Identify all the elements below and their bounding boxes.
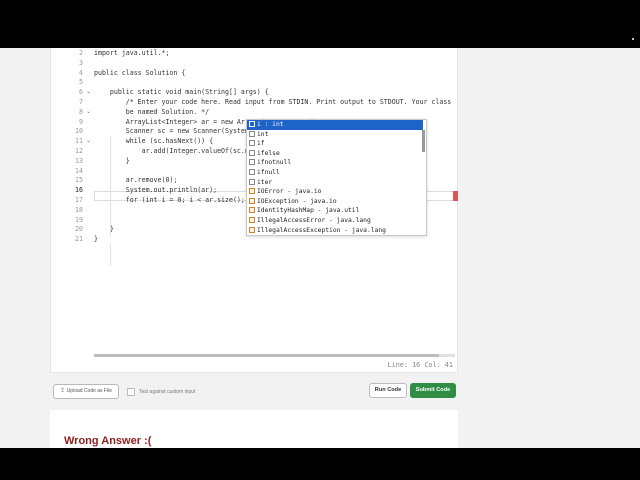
top-black-bar [0,0,640,48]
line-number: 8 [79,107,83,116]
variable-icon [249,121,255,127]
code-line[interactable]: import java.util.*; [94,48,169,58]
code-line[interactable]: ar.remove(0); [94,175,178,185]
template-icon [249,169,255,175]
class-icon [249,217,255,223]
page-area: 2 3 4 5 6 ⌄ 7 8 ⌄ 9 10 11 ⌄ 12 13 14 15 16 17 18 19 20 21 impo… [0,48,640,448]
code-line[interactable]: be named Solution. */ [94,107,209,117]
indent-guide [110,136,111,236]
class-icon [249,188,255,195]
line-number: 17 [75,196,83,204]
line-number: 19 [75,215,83,224]
autocomplete-item[interactable]: iter [247,178,423,188]
fold-chevron-icon[interactable]: ⌄ [86,136,92,146]
horizontal-scrollbar-track [439,354,455,357]
line-number: 20 [75,225,83,234]
code-line[interactable]: /* Enter your code here. Read input from… [94,97,456,107]
code-line[interactable]: System.out.println(ar); [94,185,217,195]
bottom-black-bar [0,448,640,480]
line-number: 16 [75,186,83,195]
template-icon [249,178,255,185]
indent-guide [110,244,111,266]
code-line[interactable]: } [94,234,98,244]
class-icon [249,197,255,204]
autocomplete-item-label: ifnotnull [257,159,292,167]
result-panel: Wrong Answer :( [50,410,458,448]
autocomplete-item[interactable]: IOException - java.io [247,197,423,207]
line-number: 15 [75,176,83,185]
code-line[interactable]: Scanner sc = new Scanner(System.in); [94,126,269,136]
line-number: 6 [79,88,83,97]
autocomplete-item[interactable]: if [247,139,423,149]
autocomplete-item-label: IdentityHashMap - java.util [257,207,360,215]
autocomplete-item[interactable]: ifelse [247,149,423,159]
line-number: 5 [79,78,83,87]
code-line[interactable]: public class Solution { [94,68,185,78]
custom-input-label: Test against custom input [139,389,196,395]
line-number: 14 [75,166,83,175]
autocomplete-item-label: IllegalAccessException - java.lang [257,226,386,234]
class-icon [249,207,255,214]
line-number: 12 [75,147,83,155]
line-number: 11 [75,137,83,146]
upload-code-button[interactable]: ⇪ Upload Code as File [53,384,119,399]
line-number: 9 [79,117,83,126]
line-number: 10 [75,127,83,136]
autocomplete-item-label: IllegalAccessError - java.lang [257,217,371,224]
code-line[interactable]: } [94,156,130,166]
fold-chevron-icon[interactable]: ⌄ [86,107,92,117]
fold-chevron-icon[interactable]: ⌄ [86,87,92,97]
autocomplete-item[interactable]: IOError - java.io [247,187,423,197]
code-line[interactable]: while (sc.hasNext()) { [94,136,213,146]
autocomplete-item-label: if [257,140,265,148]
template-icon [249,140,255,147]
autocomplete-item[interactable]: i : int [247,120,423,130]
autocomplete-popup[interactable]: i : int int if ifelse ifnotnull ifnull iter IOE… [246,119,427,236]
line-number: 2 [79,49,83,57]
code-line[interactable]: for (int i = 0; i < ar.size(); i [94,195,253,205]
camera-dot-icon [632,38,634,40]
line-number: 18 [75,205,83,214]
autocomplete-item-label: ifelse [257,149,280,157]
upload-icon: ⇪ [59,388,67,394]
template-icon [249,149,255,156]
class-icon [249,226,255,233]
autocomplete-item-label: iter [257,178,273,186]
editor-controls: ⇪ Upload Code as File Test against custo… [50,378,458,402]
autocomplete-item[interactable]: ifnotnull [247,158,423,168]
line-number: 7 [79,98,83,106]
autocomplete-item-label: int [257,130,269,138]
line-number-gutter: 2 3 4 5 6 ⌄ 7 8 ⌄ 9 10 11 ⌄ 12 13 14 15 16 17 18 19 20 21 [51,48,91,248]
autocomplete-item[interactable]: IdentityHashMap - java.util [247,206,423,216]
horizontal-scrollbar[interactable] [94,354,439,357]
run-code-button[interactable]: Run Code [369,383,407,398]
line-number: 13 [75,156,83,165]
autocomplete-item[interactable]: int [247,130,423,140]
autocomplete-item-label: ifnull [257,169,280,176]
upload-code-label: Upload Code as File [66,388,112,394]
autocomplete-item-label: i : int [257,121,284,128]
line-number: 3 [79,58,83,67]
template-icon [249,159,255,166]
autocomplete-item[interactable]: ifnull [247,168,423,178]
autocomplete-item-label: IOException - java.io [257,197,337,205]
code-line[interactable]: public static void main(String[] args) { [94,87,269,97]
variable-icon [249,130,255,137]
custom-input-checkbox[interactable] [127,388,135,396]
autocomplete-item[interactable]: IllegalAccessException - java.lang [247,226,423,235]
autocomplete-item-label: IOError - java.io [257,188,322,196]
result-title: Wrong Answer :( [64,435,152,447]
cursor-position-status: Line: 16 Col: 41 [387,361,453,369]
autocomplete-item[interactable]: IllegalAccessError - java.lang [247,216,423,226]
line-number: 21 [75,235,83,244]
submit-code-button[interactable]: Submit Code [410,383,456,398]
line-number: 4 [79,68,83,77]
